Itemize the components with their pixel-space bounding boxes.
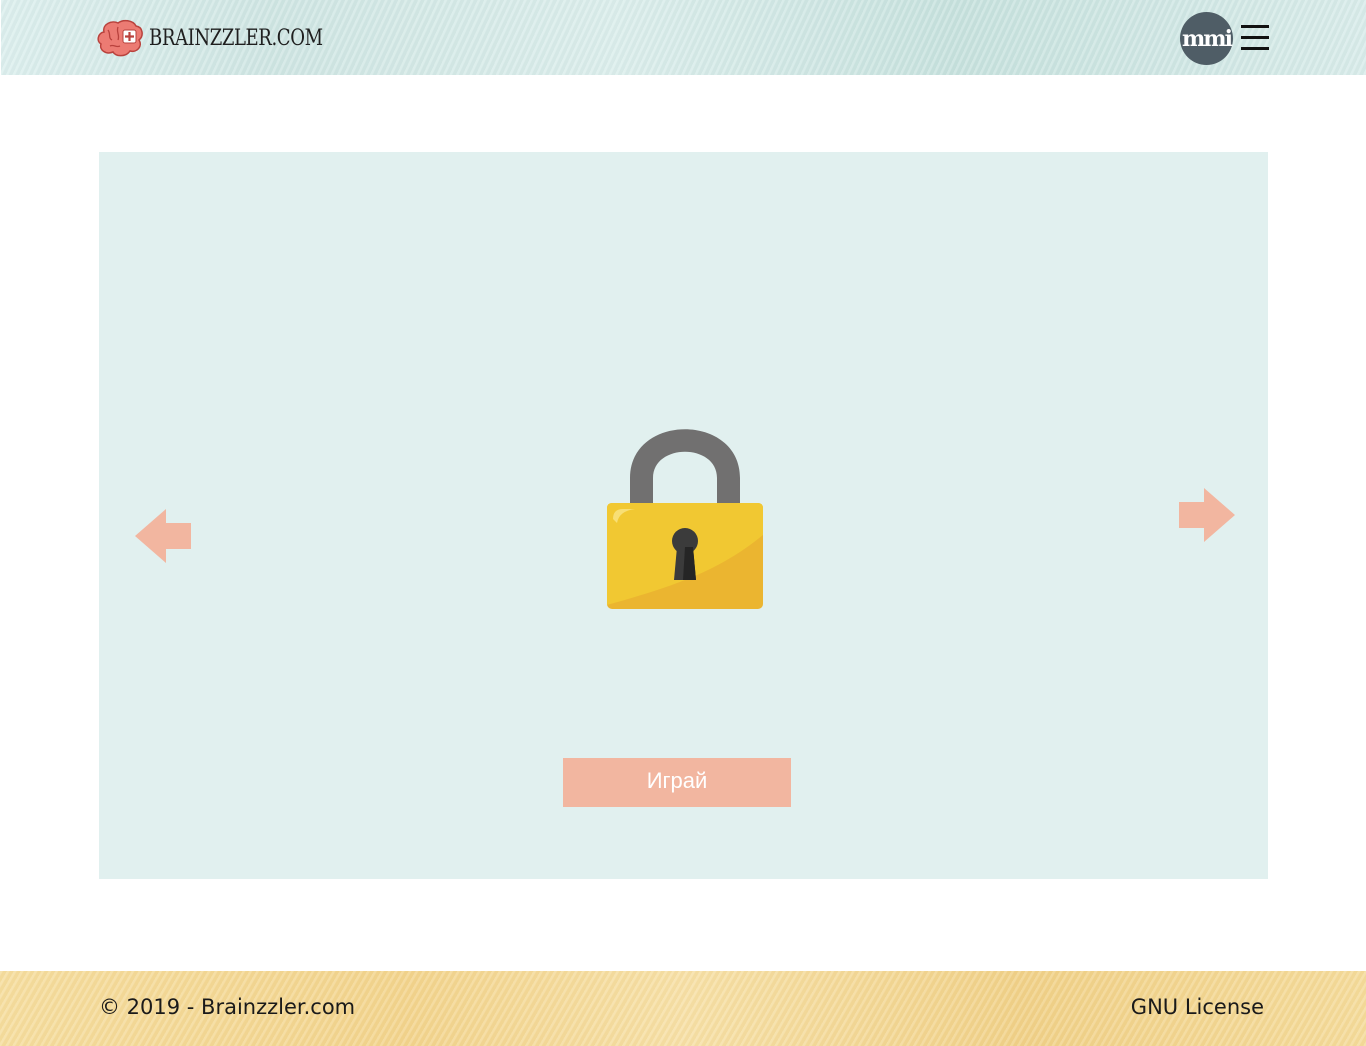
arrow-right-icon[interactable] xyxy=(1179,488,1235,542)
menu-button[interactable] xyxy=(1241,25,1269,51)
partner-badge[interactable]: mmi xyxy=(1180,12,1233,65)
logo-text: BRAINZZLER.COM xyxy=(149,25,323,51)
hamburger-icon xyxy=(1241,25,1269,28)
site-logo[interactable]: BRAINZZLER.COM xyxy=(96,18,361,58)
game-panel: Играй xyxy=(99,152,1268,879)
padlock-icon xyxy=(607,429,763,609)
site-header: BRAINZZLER.COM mmi xyxy=(1,0,1366,75)
copyright-text: © 2019 - Brainzzler.com xyxy=(99,995,356,1019)
hamburger-icon-line xyxy=(1241,36,1269,39)
arrow-left-icon[interactable] xyxy=(135,509,191,563)
hamburger-icon-line xyxy=(1241,47,1269,50)
play-button[interactable]: Играй xyxy=(563,758,791,807)
license-link[interactable]: GNU License xyxy=(1131,995,1264,1019)
brain-icon xyxy=(97,19,143,57)
site-footer: © 2019 - Brainzzler.com GNU License xyxy=(0,971,1366,1046)
